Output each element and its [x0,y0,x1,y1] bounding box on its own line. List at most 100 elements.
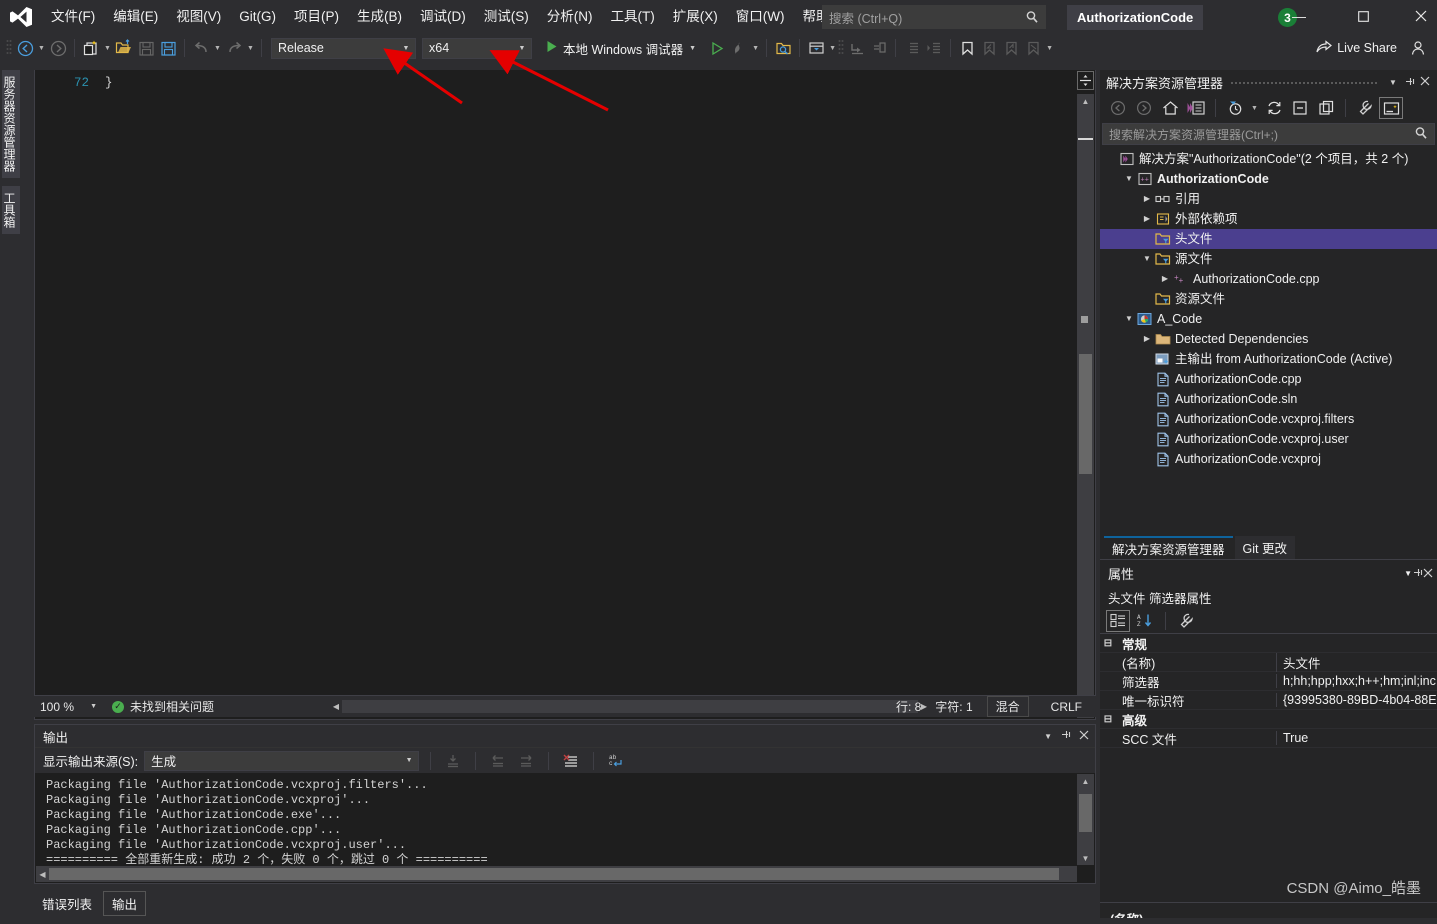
encoding-label[interactable]: 混合 [986,696,1029,717]
previous-bookmark-icon[interactable] [978,37,1000,59]
sidebar-tab-toolbox[interactable]: 工具箱 [2,186,20,234]
tree-item[interactable]: AuthorizationCode.cpp [1100,369,1437,389]
maximize-button[interactable] [1340,0,1386,32]
close-button[interactable] [1398,0,1437,32]
editor-split-handle[interactable] [1077,71,1094,90]
tree-item[interactable]: ▶ Detected Dependencies [1100,329,1437,349]
chevron-down-icon[interactable]: ▼ [689,45,696,52]
chevron-down-icon[interactable]: ▼ [1122,169,1136,189]
previous-message-icon[interactable] [487,750,509,772]
tree-item[interactable]: 解决方案"AuthorizationCode"(2 个项目，共 2 个) [1100,149,1437,169]
toggle-bookmark-icon[interactable] [956,37,978,59]
tree-item[interactable]: ▶ 引用 [1100,189,1437,209]
property-category-row[interactable]: ⊟ 常规 [1100,634,1437,653]
property-row[interactable]: (名称) 头文件 [1100,652,1437,672]
live-share-button[interactable]: Live Share [1316,37,1397,59]
output-text-area[interactable]: Packaging file 'AuthorizationCode.vcxpro… [36,774,1077,865]
increase-indent-icon[interactable] [923,37,945,59]
toolbar-grip[interactable] [6,39,14,57]
property-value[interactable]: {93995380-89BD-4b04-88EB-625FBE52EBFB} [1276,693,1437,707]
search-icon[interactable] [1414,126,1428,143]
start-debugging-button[interactable]: 本地 Windows 调试器 ▼ [542,37,700,59]
scrollbar-thumb[interactable] [1079,794,1092,832]
scrollbar-thumb[interactable] [1079,354,1092,474]
undo-dropdown-icon[interactable]: ▼ [212,37,223,59]
tree-item[interactable]: ▶ 外部依赖项 [1100,209,1437,229]
tree-item[interactable]: 头文件 [1100,229,1437,249]
scroll-down-icon[interactable]: ▼ [1077,851,1094,865]
tree-item[interactable]: AuthorizationCode.sln [1100,389,1437,409]
scroll-left-icon[interactable]: ◀ [330,702,342,711]
search-solution-icon[interactable] [772,37,794,59]
hot-reload-icon[interactable] [728,37,750,59]
menu-file[interactable]: 文件(F) [42,0,104,34]
save-icon[interactable] [135,37,157,59]
menu-git[interactable]: Git(G) [230,0,285,34]
chevron-right-icon[interactable]: ▶ [1140,189,1154,209]
menu-debug[interactable]: 调试(D) [411,0,475,34]
menu-tools[interactable]: 工具(T) [602,0,664,34]
tree-item[interactable]: AuthorizationCode.vcxproj [1100,449,1437,469]
next-bookmark-icon[interactable] [1000,37,1022,59]
navigate-forward-icon[interactable] [1132,97,1156,119]
property-row[interactable]: 筛选器 h;hh;hpp;hxx;h++;hm;inl;inc;ipp;xsd [1100,672,1437,691]
chevron-down-icon[interactable]: ▼ [1249,97,1260,119]
output-horizontal-scrollbar[interactable]: ◀ [36,866,1077,882]
property-category-row[interactable]: ⊟ 高级 [1100,710,1437,729]
tree-item[interactable]: 主输出 from AuthorizationCode (Active) [1100,349,1437,369]
switch-views-icon[interactable] [1184,97,1208,119]
close-icon[interactable] [1417,76,1433,89]
go-to-message-icon[interactable] [442,750,464,772]
tree-item[interactable]: ▼ 源文件 [1100,249,1437,269]
window-layout-icon[interactable] [805,37,827,59]
pin-icon[interactable] [1412,566,1423,581]
hscroll-thumb[interactable] [49,868,1059,880]
navigate-back-dropdown-icon[interactable]: ▼ [36,37,47,59]
tab-git-changes[interactable]: Git 更改 [1234,536,1295,559]
solution-platform-combo[interactable]: x64 ▼ [422,37,532,59]
pin-icon[interactable] [1401,76,1417,90]
toggle-word-wrap-icon[interactable]: ab c [605,750,627,772]
pending-changes-filter-icon[interactable] [1223,97,1247,119]
toolbar-overflow-icon[interactable]: ▼ [1044,37,1055,59]
properties-wrench-icon[interactable] [1353,97,1377,119]
undo-icon[interactable] [190,37,212,59]
menu-build[interactable]: 生成(B) [348,0,411,34]
scroll-up-icon[interactable]: ▲ [1077,94,1094,109]
open-file-icon[interactable] [113,37,135,59]
home-icon[interactable] [1158,97,1182,119]
tab-output[interactable]: 输出 [103,890,147,916]
show-all-files-icon[interactable] [1314,97,1338,119]
clear-all-icon[interactable] [560,750,582,772]
navigate-forward-icon[interactable] [47,37,69,59]
menu-extensions[interactable]: 扩展(X) [664,0,727,34]
line-ending-label[interactable]: CRLF [1043,699,1090,715]
menu-edit[interactable]: 编辑(E) [104,0,167,34]
close-icon[interactable] [1423,566,1433,581]
toolbar-grip-2[interactable] [838,39,846,57]
property-value[interactable]: 头文件 [1276,652,1437,672]
chevron-down-icon[interactable]: ▼ [1385,78,1401,87]
next-message-icon[interactable] [515,750,537,772]
output-vertical-scrollbar[interactable]: ▲ ▼ [1077,774,1094,865]
preview-selected-items-icon[interactable] [1379,97,1403,119]
menu-analyze[interactable]: 分析(N) [538,0,602,34]
property-value[interactable]: h;hh;hpp;hxx;h++;hm;inl;inc;ipp;xsd [1276,674,1437,688]
step-into-icon[interactable] [846,37,868,59]
menu-test[interactable]: 测试(S) [475,0,538,34]
user-account-icon[interactable] [1407,37,1429,59]
redo-dropdown-icon[interactable]: ▼ [245,37,256,59]
scroll-left-icon[interactable]: ◀ [36,870,49,879]
property-row[interactable]: SCC 文件 True [1100,729,1437,748]
refresh-icon[interactable] [1262,97,1286,119]
tab-solution-explorer[interactable]: 解决方案资源管理器 [1104,536,1233,559]
minimize-button[interactable]: — [1276,0,1322,32]
solution-explorer-tree[interactable]: 解决方案"AuthorizationCode"(2 个项目，共 2 个) ▼ ++ A… [1100,149,1437,469]
save-all-icon[interactable] [157,37,179,59]
tab-error-list[interactable]: 错误列表 [34,892,100,915]
editor-vertical-scrollbar[interactable]: ▲ ▼ [1077,94,1094,718]
code-editor[interactable]: 72 } ▲ ▼ [34,70,1096,720]
menu-window[interactable]: 窗口(W) [727,0,794,34]
collapse-toggle-icon[interactable]: ⊟ [1100,638,1116,649]
property-row[interactable]: 唯一标识符 {93995380-89BD-4b04-88EB-625FBE52EB… [1100,691,1437,710]
